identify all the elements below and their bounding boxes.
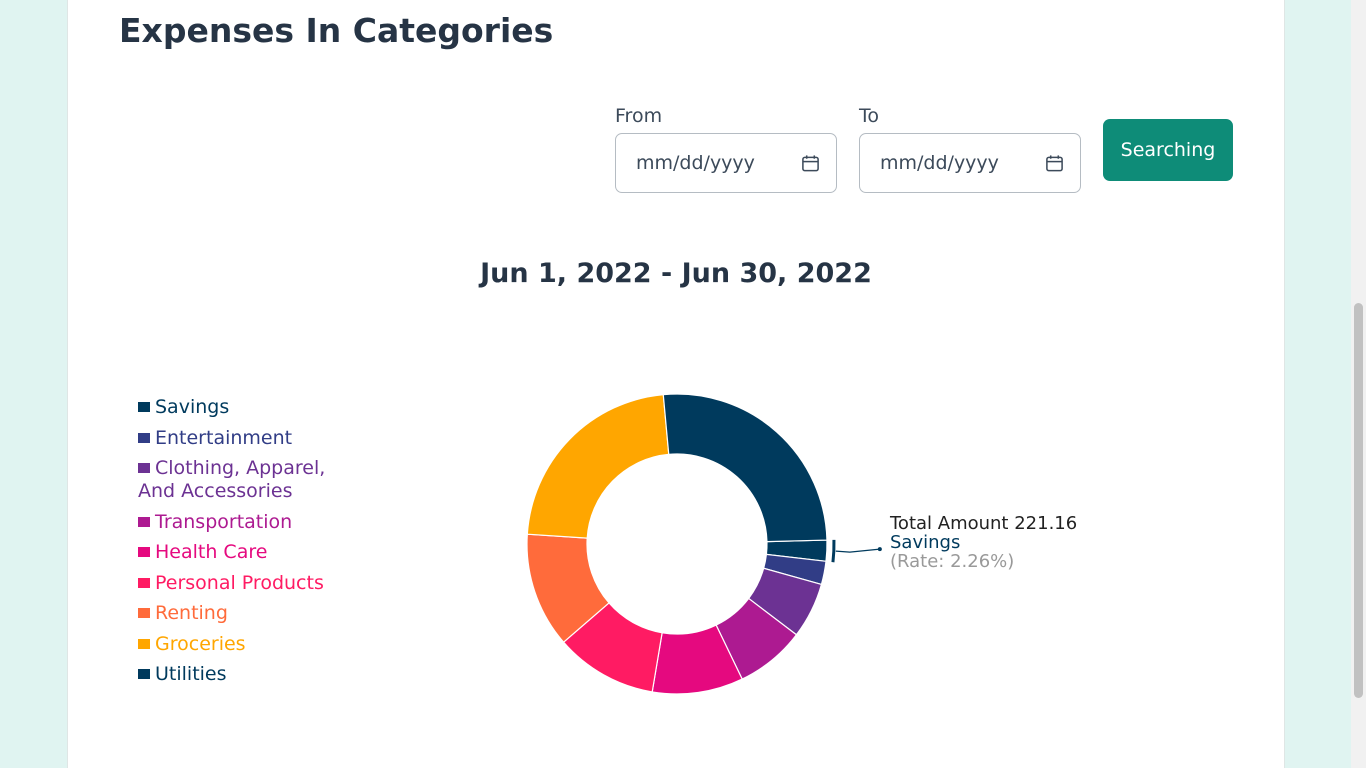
page-scrollbar[interactable] <box>1351 0 1366 768</box>
donut-slice[interactable] <box>662 393 828 543</box>
donut-chart <box>526 393 882 695</box>
expenses-card: Expenses In Categories From mm/dd/yyyy T… <box>67 0 1285 768</box>
donut-slice[interactable] <box>526 393 670 539</box>
tooltip-amount: Total Amount 221.16 <box>890 513 1078 534</box>
tooltip-connector <box>835 548 880 553</box>
slice-highlight <box>831 539 836 563</box>
tooltip-category: Savings <box>890 532 961 553</box>
tooltip-connector-dot <box>877 547 882 552</box>
chart-tooltip: Total Amount 221.16 Savings (Rate: 2.26%… <box>890 514 1077 571</box>
scrollbar-thumb[interactable] <box>1354 303 1363 698</box>
tooltip-rate: (Rate: 2.26%) <box>890 551 1015 572</box>
